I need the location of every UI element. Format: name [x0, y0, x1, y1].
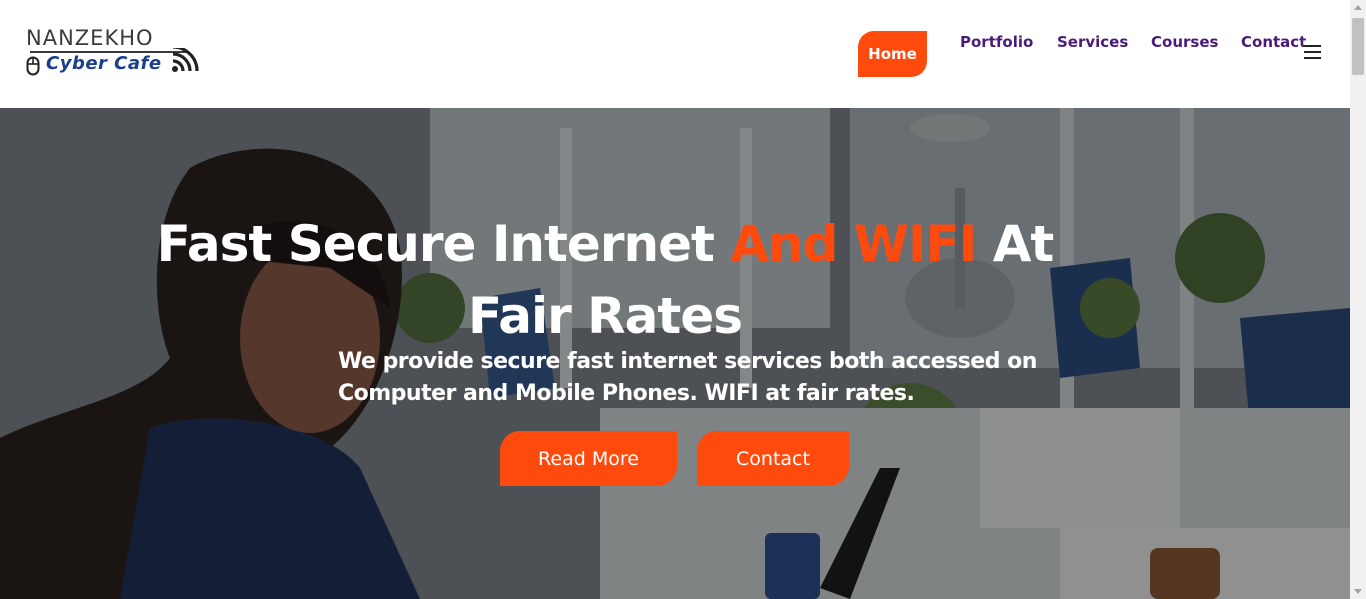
- hamburger-line: [1304, 51, 1321, 53]
- nav-item-home[interactable]: Home: [858, 31, 927, 77]
- site-header: NANZEKHO Cyber Cafe Home Portfolio Servi…: [0, 0, 1350, 108]
- nav-item-portfolio[interactable]: Portfolio: [960, 33, 1033, 51]
- hero-title: Fast Secure Internet And WIFI At Fair Ra…: [150, 208, 1060, 352]
- scrollbar-thumb[interactable]: [1352, 18, 1364, 75]
- hero-title-part1: Fast Secure Internet: [156, 215, 731, 273]
- hamburger-line: [1304, 57, 1321, 59]
- nav-item-contact[interactable]: Contact: [1241, 33, 1306, 51]
- nav-item-services[interactable]: Services: [1057, 33, 1128, 51]
- hamburger-icon[interactable]: [1304, 45, 1321, 59]
- main-nav: Home Portfolio Services Courses Contact: [0, 0, 1350, 108]
- hero-subtitle: We provide secure fast internet services…: [338, 349, 1037, 406]
- contact-button[interactable]: Contact: [697, 431, 849, 486]
- read-more-button[interactable]: Read More: [500, 431, 677, 486]
- scroll-up-arrow-icon[interactable]: [1354, 5, 1362, 10]
- hero-title-accent: And WIFI: [730, 215, 977, 273]
- hamburger-line: [1304, 45, 1321, 47]
- hero-section: Fast Secure Internet And WIFI At Fair Ra…: [0, 108, 1350, 599]
- nav-item-courses[interactable]: Courses: [1151, 33, 1218, 51]
- page-scrollbar[interactable]: [1350, 0, 1366, 599]
- scroll-down-arrow-icon[interactable]: [1354, 589, 1362, 594]
